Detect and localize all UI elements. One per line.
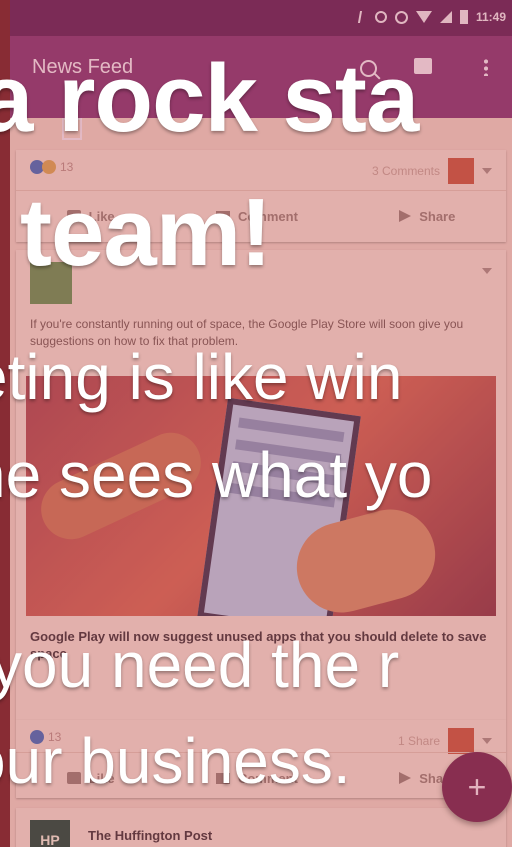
avatar[interactable]: HP bbox=[30, 820, 70, 847]
reaction-summary[interactable]: 13 bbox=[30, 160, 73, 174]
link-title[interactable]: Google Play will now suggest unused apps… bbox=[30, 628, 492, 662]
comment-icon bbox=[215, 772, 230, 784]
post-text: If you're constantly running out of spac… bbox=[30, 317, 464, 348]
like-reaction-icon bbox=[30, 730, 44, 744]
app-bar: News Feed bbox=[10, 36, 512, 118]
next-post-card: HP The Huffington Post bbox=[16, 808, 506, 847]
post-header bbox=[30, 262, 492, 312]
like-label: Like bbox=[88, 770, 115, 786]
thumbs-up-icon bbox=[66, 772, 81, 784]
share-button[interactable]: Share bbox=[399, 209, 455, 224]
avatar[interactable] bbox=[30, 262, 72, 304]
comment-label: Comment bbox=[237, 208, 298, 224]
post-meta: 3 Comments bbox=[372, 158, 492, 184]
like-label: Like bbox=[88, 208, 115, 224]
comments-count[interactable]: 3 Comments bbox=[372, 164, 440, 178]
shares-count[interactable]: 1 Share bbox=[398, 734, 440, 748]
chevron-down-icon[interactable] bbox=[482, 268, 492, 274]
share-label: Share bbox=[419, 208, 456, 224]
like-button[interactable]: Like bbox=[66, 770, 115, 786]
wifi-icon bbox=[415, 11, 432, 23]
like-button[interactable]: Like bbox=[66, 208, 115, 224]
messenger-icon[interactable] bbox=[414, 58, 432, 74]
status-icons: 11:49 bbox=[357, 10, 506, 24]
status-bar: 11:49 bbox=[10, 0, 512, 36]
post-meta: 1 Share bbox=[398, 728, 492, 754]
page-title: News Feed bbox=[32, 56, 134, 78]
reaction-summary[interactable]: 13 bbox=[30, 730, 61, 744]
reaction-count: 13 bbox=[48, 730, 62, 744]
news-post-card: If you're constantly running out of spac… bbox=[16, 250, 506, 720]
search-icon[interactable] bbox=[360, 60, 377, 77]
alarm-icon bbox=[394, 10, 408, 24]
avatar[interactable] bbox=[448, 728, 474, 754]
battery-icon bbox=[459, 10, 468, 24]
data-sync-icon bbox=[374, 11, 387, 23]
bluetooth-icon bbox=[357, 11, 369, 23]
more-options-icon[interactable] bbox=[484, 58, 488, 76]
signal-icon bbox=[439, 11, 452, 23]
compose-icon[interactable] bbox=[62, 118, 82, 140]
post-actions: Like Comment Share bbox=[16, 190, 506, 241]
comment-button[interactable]: Comment bbox=[215, 770, 298, 786]
hand-shape bbox=[31, 422, 211, 550]
comment-label: Comment bbox=[237, 770, 298, 786]
post-author[interactable]: The Huffington Post bbox=[88, 828, 212, 843]
post-image[interactable] bbox=[26, 376, 496, 616]
comment-button[interactable]: Comment bbox=[215, 208, 298, 224]
comment-icon bbox=[215, 210, 230, 222]
avatar[interactable] bbox=[448, 158, 474, 184]
wow-reaction-icon bbox=[42, 160, 56, 174]
share-icon bbox=[399, 210, 412, 222]
phone-screen: 11:49 News Feed 13 3 Comments Like Comme… bbox=[10, 0, 512, 847]
post-actions: Like Comment Share bbox=[16, 752, 506, 803]
post-footer-card: 13 1 Share Like Comment Share bbox=[16, 720, 506, 798]
thumbs-up-icon bbox=[66, 210, 81, 222]
add-fab-button[interactable]: + bbox=[442, 752, 512, 822]
status-time: 11:49 bbox=[475, 10, 506, 24]
share-icon bbox=[399, 772, 412, 784]
post-footer-card: 13 3 Comments Like Comment Share bbox=[16, 150, 506, 242]
chevron-down-icon[interactable] bbox=[482, 168, 492, 174]
reaction-count: 13 bbox=[60, 160, 74, 174]
chevron-down-icon[interactable] bbox=[482, 738, 492, 744]
